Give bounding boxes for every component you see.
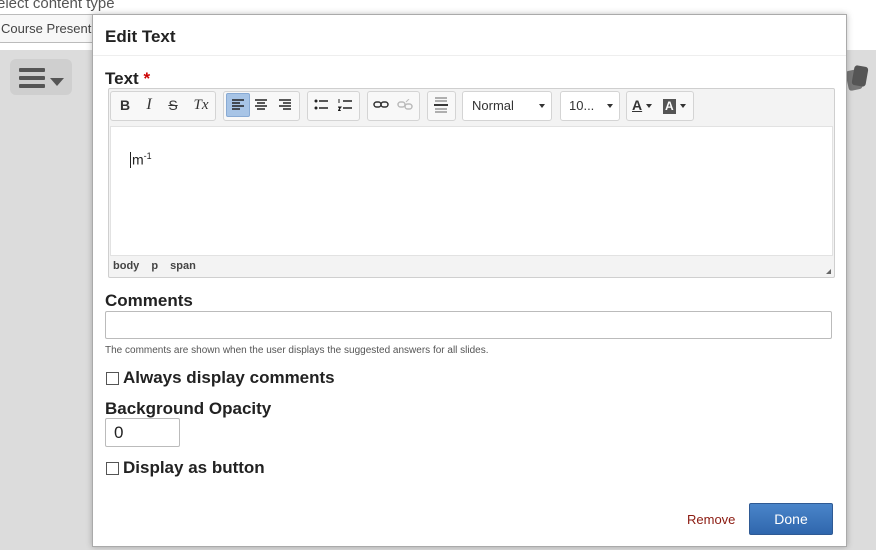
path-item-span[interactable]: span: [170, 260, 196, 272]
italic-button[interactable]: I: [138, 94, 160, 116]
text-color-icon: A: [632, 97, 643, 113]
strikethrough-button[interactable]: S: [162, 94, 184, 116]
menu-toggle-button[interactable]: [10, 59, 72, 95]
background-opacity-input[interactable]: 0: [105, 418, 180, 447]
link-button[interactable]: [370, 94, 392, 116]
chevron-down-icon: [607, 104, 613, 108]
font-size-dropdown-value: 10...: [569, 98, 595, 113]
chevron-down-icon: [539, 104, 545, 108]
display-as-button-checkbox[interactable]: [106, 461, 119, 475]
toolbar-group-links: [367, 91, 420, 121]
link-icon: [373, 101, 389, 108]
format-dropdown[interactable]: Normal: [462, 91, 552, 121]
content-type-label: elect content type: [0, 0, 115, 12]
toolbar-group-basic: B I S Tx: [110, 91, 216, 121]
align-center-button[interactable]: [250, 94, 272, 116]
text-color-button[interactable]: A: [632, 94, 660, 116]
editor-toolbar: B I S Tx Normal 10... A A: [109, 89, 834, 125]
chevron-down-icon: [646, 104, 653, 108]
display-as-button-row[interactable]: Display as button: [106, 458, 265, 478]
remove-button[interactable]: Remove: [687, 512, 735, 527]
toolbar-group-align: [223, 91, 300, 121]
toolbar-group-colors: A A: [626, 91, 694, 121]
comments-label: Comments: [105, 291, 193, 310]
title-divider: [93, 55, 846, 56]
numbered-list-icon: [337, 99, 352, 112]
bold-button[interactable]: B: [114, 94, 136, 116]
align-left-button[interactable]: [226, 93, 250, 117]
resize-handle-icon[interactable]: [826, 269, 831, 274]
editor-text-superscript: -1: [143, 151, 152, 161]
dialog-title: Edit Text: [105, 27, 176, 46]
required-mark: *: [143, 69, 151, 88]
bulleted-list-icon: [314, 99, 328, 110]
always-display-comments-row[interactable]: Always display comments: [106, 368, 335, 388]
toolbar-group-rule: [427, 91, 456, 121]
background-opacity-label: Background Opacity: [105, 399, 272, 418]
editor-content-area[interactable]: m-1: [110, 126, 833, 256]
slides-icon[interactable]: [845, 64, 871, 92]
bulleted-list-button[interactable]: [310, 94, 332, 116]
unlink-button[interactable]: [394, 94, 416, 116]
display-as-button-label: Display as button: [123, 458, 265, 477]
editor-content: m-1: [130, 151, 152, 168]
format-dropdown-value: Normal: [472, 98, 514, 113]
editor-text-base: m: [132, 151, 144, 168]
always-display-comments-label: Always display comments: [123, 368, 335, 387]
hamburger-icon: [19, 68, 45, 88]
edit-text-dialog: Edit Text Text * B I S Tx Normal 10... A…: [92, 14, 847, 547]
background-color-icon: A: [663, 99, 676, 114]
toolbar-group-lists: [307, 91, 360, 121]
align-center-icon: [255, 99, 267, 110]
rich-text-editor: B I S Tx Normal 10... A A m-1 body p spa…: [108, 88, 835, 278]
done-button[interactable]: Done: [749, 503, 833, 535]
unlink-icon: [397, 98, 413, 110]
align-right-icon: [279, 99, 291, 110]
horizontal-rule-button[interactable]: [430, 94, 452, 116]
align-left-icon: [232, 99, 244, 110]
text-label: Text: [105, 69, 139, 88]
elements-path: body p span: [113, 260, 205, 272]
chevron-down-icon: [679, 104, 686, 108]
caret-down-icon: [50, 78, 64, 86]
text-cursor: [130, 151, 131, 168]
always-display-comments-checkbox[interactable]: [106, 371, 119, 385]
path-item-body[interactable]: body: [113, 260, 139, 272]
background-color-button[interactable]: A: [663, 94, 691, 116]
comments-input[interactable]: [105, 311, 832, 339]
numbered-list-button[interactable]: [334, 94, 356, 116]
path-item-p[interactable]: p: [151, 260, 158, 272]
font-size-dropdown[interactable]: 10...: [560, 91, 620, 121]
text-field-label: Text *: [105, 69, 150, 89]
comments-help-text: The comments are shown when the user dis…: [105, 345, 489, 356]
align-right-button[interactable]: [274, 94, 296, 116]
horizontal-rule-icon: [434, 97, 448, 113]
remove-format-button[interactable]: Tx: [190, 94, 212, 116]
